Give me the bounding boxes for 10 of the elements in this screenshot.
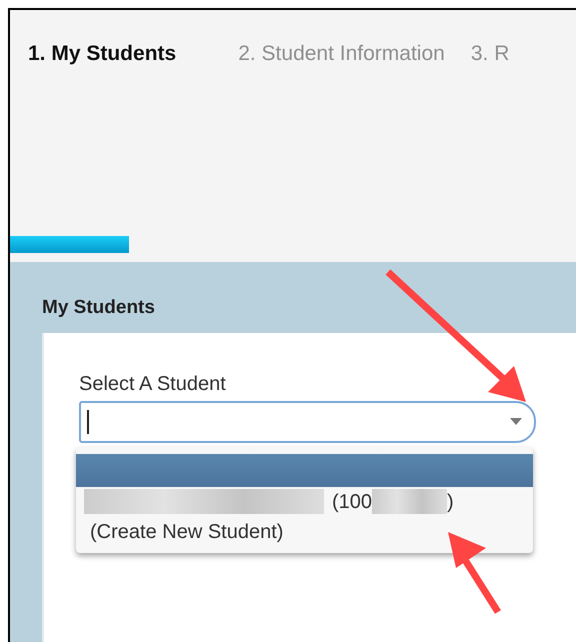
caret-icon (510, 418, 522, 425)
student-select[interactable] (79, 400, 536, 442)
student-id-text: (100 (332, 490, 372, 514)
field-label: Select A Student (79, 372, 226, 396)
dropdown-option[interactable] (76, 454, 533, 486)
dropdown-option[interactable]: (Create New Student) (76, 516, 533, 546)
dropdown-option[interactable]: (100 ) (76, 486, 533, 516)
panel-title: My Students (42, 296, 156, 320)
bracket-text: ) (447, 490, 454, 514)
step-tab[interactable]: 1. My Students (28, 38, 176, 70)
